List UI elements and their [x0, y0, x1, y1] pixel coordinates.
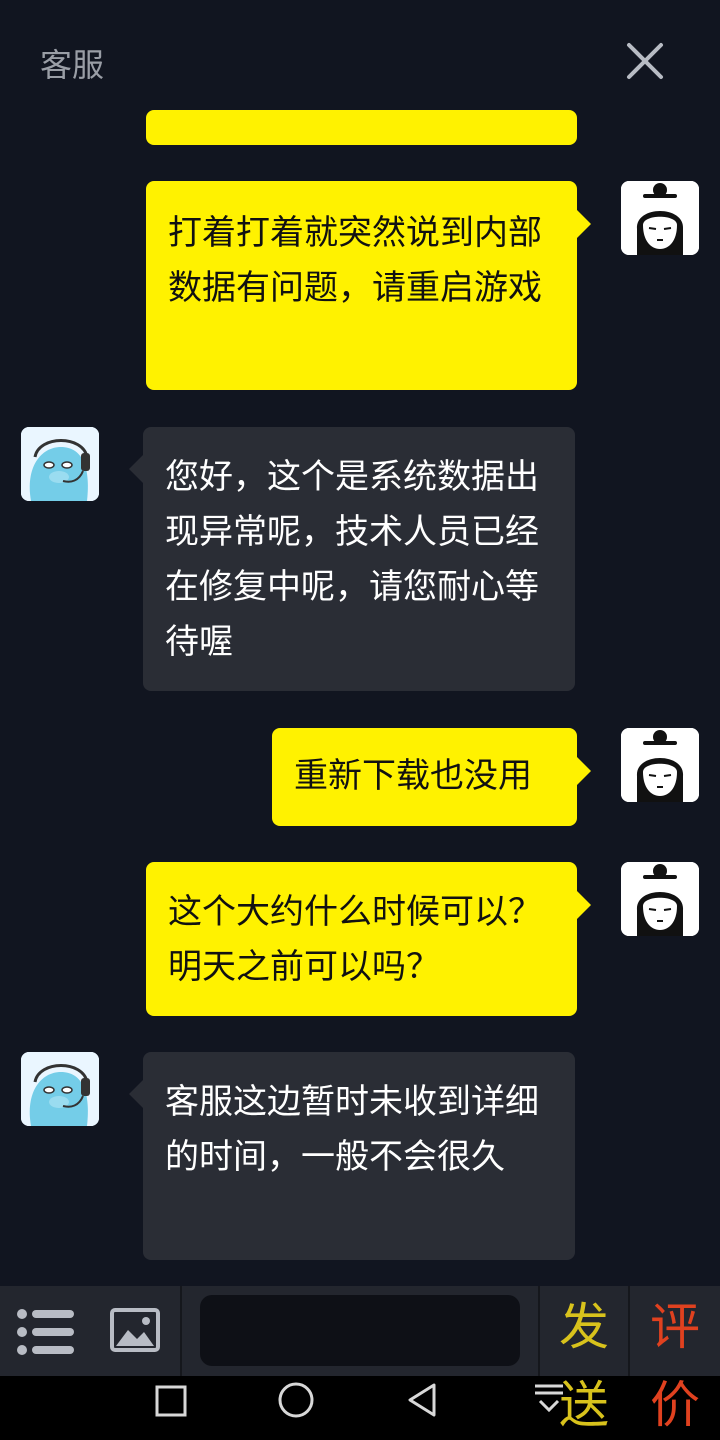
recents-button[interactable]	[154, 1384, 188, 1418]
message-input[interactable]	[200, 1295, 520, 1366]
message-text: 客服这边暂时未收到详细的时间，一般不会很久	[165, 1082, 539, 1177]
seal-avatar-icon	[21, 427, 99, 501]
user-message-bubble: 打着打着就突然说到内部数据有问题，请重启游戏	[146, 181, 591, 390]
seal-avatar-icon	[21, 1052, 99, 1126]
divider	[538, 1286, 540, 1376]
divider	[628, 1286, 630, 1376]
send-label-top: 发	[559, 1298, 609, 1356]
input-bar	[0, 1286, 720, 1376]
message-text: 您好，这个是系统数据出现异常呢，技术人员已经在修复中呢，请您耐心等待喔	[165, 457, 539, 662]
divider	[180, 1286, 182, 1376]
send-image-button[interactable]	[110, 1308, 160, 1352]
message-text: 这个大约什么时候可以？明天之前可以吗？	[168, 892, 542, 987]
chat-header: 客服	[0, 0, 720, 120]
circle-nav-icon	[278, 1382, 314, 1418]
back-nav-icon	[408, 1383, 436, 1417]
rate-label-top: 评	[650, 1298, 700, 1356]
agent-message-bubble: 您好，这个是系统数据出现异常呢，技术人员已经在修复中呢，请您耐心等待喔	[129, 427, 575, 691]
send-button[interactable]: 发 送	[559, 1299, 611, 1433]
agent-message-bubble: 客服这边暂时未收到详细的时间，一般不会很久	[129, 1052, 575, 1260]
rate-button[interactable]: 评 价	[650, 1299, 702, 1433]
user-message-bubble: 这个大约什么时候可以？明天之前可以吗？	[146, 862, 591, 1016]
agent-avatar[interactable]	[21, 1052, 99, 1126]
agent-avatar[interactable]	[21, 427, 99, 501]
user-avatar[interactable]	[621, 181, 699, 255]
square-nav-icon	[155, 1385, 187, 1417]
page-title: 客服	[40, 46, 105, 84]
image-icon	[110, 1308, 160, 1352]
user-message-bubble: 重新下载也没用	[272, 728, 591, 826]
girl-avatar-icon	[621, 181, 699, 255]
user-avatar[interactable]	[621, 862, 699, 936]
girl-avatar-icon	[621, 862, 699, 936]
message-text: 重新下载也没用	[294, 756, 532, 796]
send-label-bottom: 送	[559, 1376, 609, 1434]
menu-list-button[interactable]	[16, 1308, 74, 1356]
previous-message-bubble	[146, 110, 577, 145]
back-button[interactable]	[404, 1382, 440, 1418]
close-icon	[627, 43, 663, 79]
system-navigation-bar	[0, 1376, 720, 1440]
message-text: 打着打着就突然说到内部数据有问题，请重启游戏	[168, 213, 542, 308]
home-button[interactable]	[276, 1380, 316, 1420]
user-avatar[interactable]	[621, 728, 699, 802]
rate-label-bottom: 价	[650, 1376, 700, 1434]
list-icon	[17, 1309, 74, 1355]
girl-avatar-icon	[621, 728, 699, 802]
close-button[interactable]	[620, 36, 670, 86]
